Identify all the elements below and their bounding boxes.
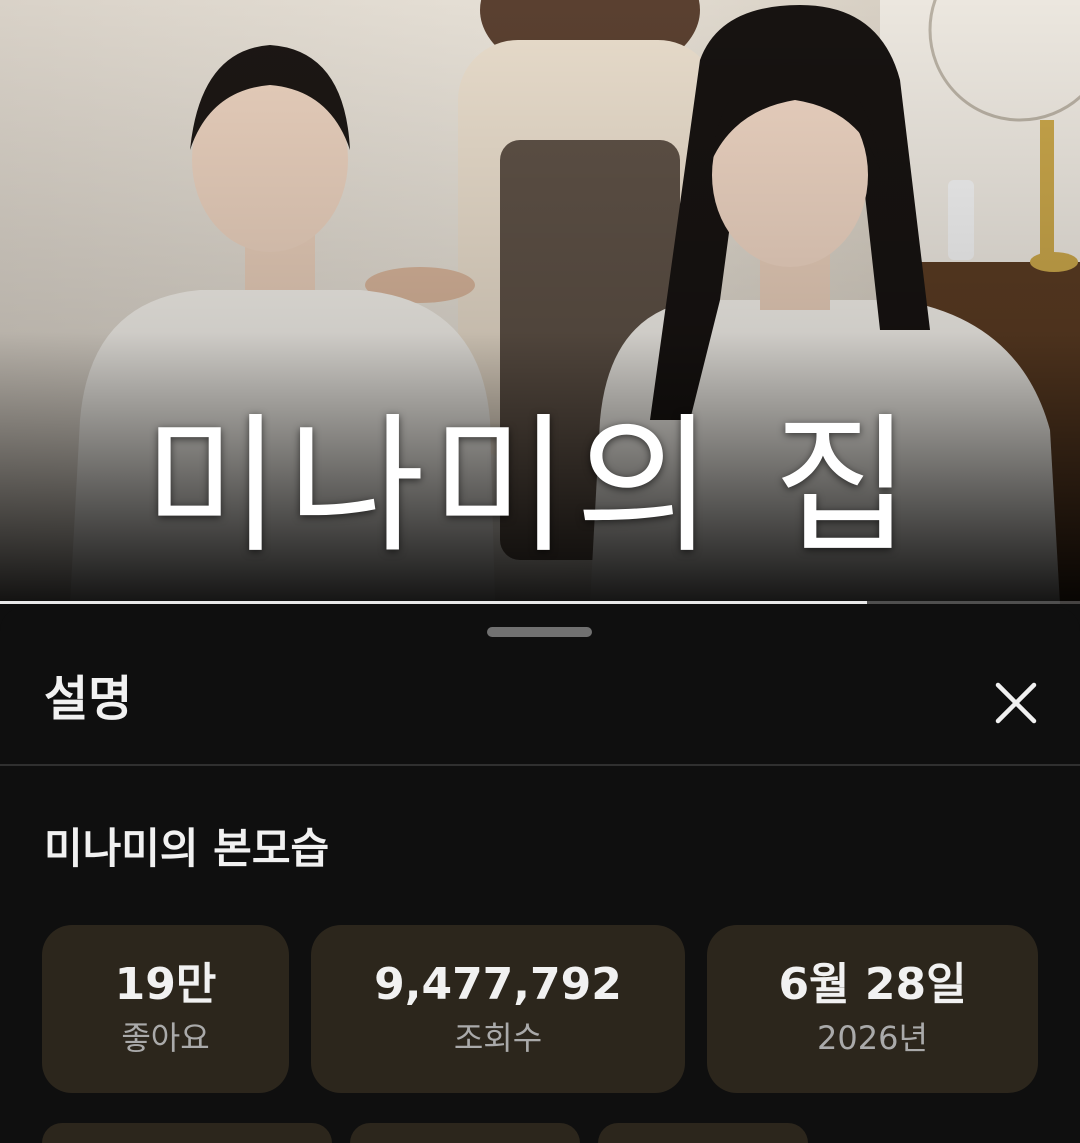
views-label: 조회수 [453, 1019, 543, 1057]
publish-date: 6월 28일 [778, 959, 967, 1010]
next-row-card [42, 1123, 332, 1143]
drag-handle[interactable] [487, 627, 592, 637]
views-count: 9,477,792 [374, 959, 622, 1010]
likes-stat-card: 19만 좋아요 [42, 925, 289, 1093]
divider [0, 764, 1080, 766]
video-heading: 미나미의 본모습 [44, 824, 330, 873]
progress-bar-fill [0, 601, 868, 604]
progress-bar[interactable] [0, 601, 1080, 604]
description-sheet: 설명 미나미의 본모습 19만 좋아요 9,477,792 조회수 6월 28일… [0, 607, 1080, 1143]
publish-year: 2026년 [817, 1019, 928, 1057]
next-row-card [598, 1123, 808, 1143]
close-icon [995, 682, 1037, 724]
views-stat-card: 9,477,792 조회수 [311, 925, 685, 1093]
date-stat-card: 6월 28일 2026년 [707, 925, 1038, 1093]
video-title-overlay: 미나미의 집 [143, 400, 917, 574]
likes-label: 좋아요 [121, 1019, 210, 1057]
close-button[interactable] [983, 670, 1049, 736]
likes-count: 19만 [114, 959, 217, 1010]
video-player[interactable]: 미나미의 집 [0, 0, 1080, 604]
sheet-title: 설명 [44, 671, 133, 727]
next-row-card [350, 1123, 580, 1143]
